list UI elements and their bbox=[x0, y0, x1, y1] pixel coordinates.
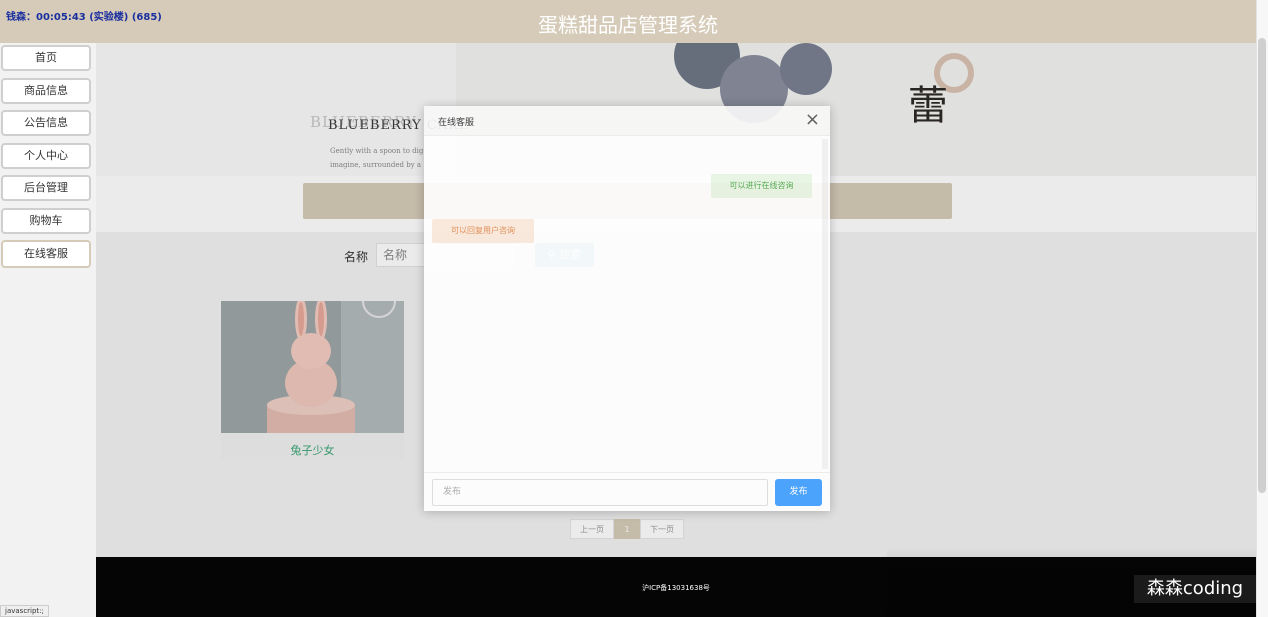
dialog-title: 在线客服 bbox=[438, 118, 475, 128]
sidebar-item-home[interactable]: 首页 bbox=[1, 45, 91, 71]
dialog-header: 在线客服 × bbox=[424, 106, 830, 136]
online-service-dialog: 在线客服 × 可以进行在线咨询 可以回复用户咨询 发布 发布 bbox=[424, 106, 830, 511]
sidebar-item-products[interactable]: 商品信息 bbox=[1, 78, 91, 104]
sidebar-nav: 首页 商品信息 公告信息 个人中心 后台管理 购物车 在线客服 bbox=[0, 43, 96, 617]
sidebar-item-cart[interactable]: 购物车 bbox=[1, 208, 91, 234]
chat-message-service: 可以回复用户咨询 bbox=[432, 219, 534, 243]
page-scrollbar[interactable] bbox=[1256, 0, 1268, 617]
chat-message-user: 可以进行在线咨询 bbox=[711, 174, 812, 198]
sidebar-item-announcements[interactable]: 公告信息 bbox=[1, 110, 91, 136]
chat-message-input[interactable]: 发布 bbox=[432, 479, 768, 506]
page-scrollbar-thumb[interactable] bbox=[1258, 38, 1266, 493]
send-button[interactable]: 发布 bbox=[775, 479, 822, 506]
chat-scrollbar[interactable] bbox=[822, 139, 828, 469]
sidebar-item-online-service[interactable]: 在线客服 bbox=[1, 240, 91, 268]
close-icon[interactable]: × bbox=[805, 111, 820, 129]
top-header: 钱森：00:05:43 (实验楼) (685) 蛋糕甜品店管理系统 bbox=[0, 0, 1256, 43]
sidebar-item-profile[interactable]: 个人中心 bbox=[1, 143, 91, 169]
watermark-label: 森森coding bbox=[1134, 575, 1256, 603]
sidebar-item-admin[interactable]: 后台管理 bbox=[1, 175, 91, 201]
status-bar-link: javascript:; bbox=[0, 605, 49, 617]
chat-message-area[interactable]: 可以进行在线咨询 可以回复用户咨询 bbox=[424, 137, 828, 471]
app-title: 蛋糕甜品店管理系统 bbox=[538, 13, 718, 37]
chat-compose-bar: 发布 发布 bbox=[424, 472, 830, 511]
